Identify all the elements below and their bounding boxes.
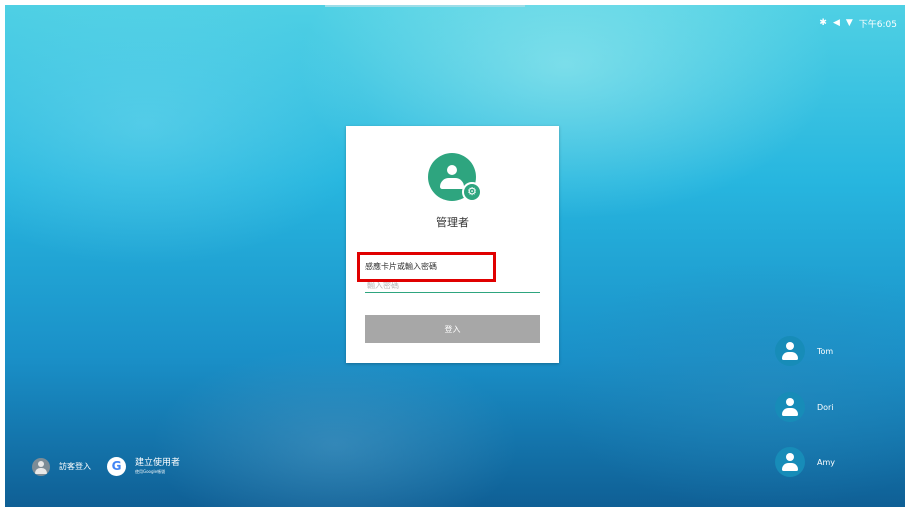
user-avatar-icon (775, 392, 805, 422)
guest-login-button[interactable]: 訪客登入 (32, 457, 91, 476)
status-bar: ✱ ◀ ▼ 下午6:05 (819, 17, 897, 31)
create-user-button[interactable]: G 建立使用者 使用Google帳號 (107, 457, 180, 476)
user-avatar-icon (775, 336, 805, 366)
wifi-icon: ▼ (845, 18, 853, 28)
bluetooth-icon: ✱ (819, 18, 827, 28)
guest-login-label: 訪客登入 (59, 462, 91, 471)
login-button[interactable]: 登入 (365, 315, 540, 343)
admin-title: 管理者 (436, 216, 469, 229)
bottom-actions: 訪客登入 G 建立使用者 使用Google帳號 (32, 457, 180, 476)
create-user-label: 建立使用者 (135, 458, 181, 468)
user-name: Tom (817, 346, 834, 356)
user-item-tom[interactable]: Tom (775, 336, 833, 366)
user-name: Amy (817, 457, 835, 467)
user-item-amy[interactable]: Amy (775, 447, 835, 477)
gear-icon: ⚙ (462, 182, 482, 202)
password-input[interactable] (365, 278, 540, 293)
guest-avatar-icon (32, 457, 50, 476)
user-name: Dori (817, 402, 834, 412)
top-indicator (325, 5, 525, 7)
create-user-sublabel: 使用Google帳號 (135, 469, 166, 474)
status-time: 下午6:05 (858, 20, 897, 30)
volume-icon: ◀ (832, 18, 840, 28)
password-hint: 感應卡片或輸入密碼 (365, 262, 437, 271)
user-avatar-icon (775, 447, 805, 477)
user-item-dori[interactable]: Dori (775, 392, 834, 422)
admin-login-card: ⚙ 管理者 感應卡片或輸入密碼 登入 (346, 126, 559, 363)
google-icon: G (107, 457, 126, 476)
